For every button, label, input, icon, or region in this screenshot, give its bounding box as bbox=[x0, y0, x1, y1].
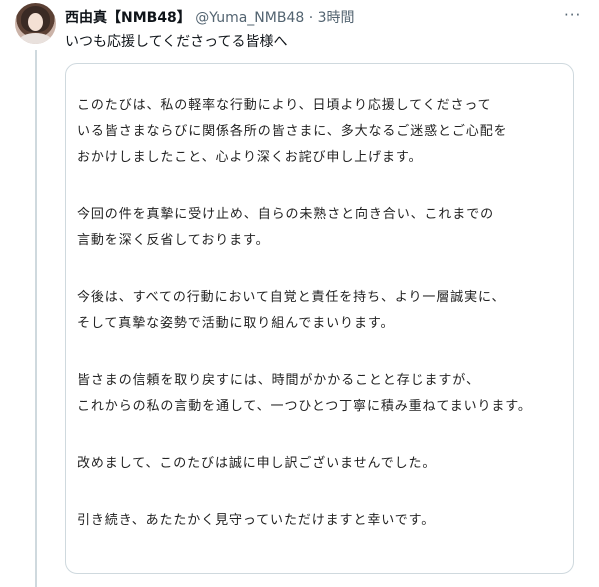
avatar-body bbox=[19, 33, 52, 44]
post-header: 西由真【NMB48】 @Yuma_NMB48 · 3時間 bbox=[65, 8, 355, 28]
letter-line: 改めまして、このたびは誠に申し訳ございませんでした。 bbox=[77, 456, 437, 471]
letter-line: 引き続き、あたたかく見守っていただけますと幸いです。 bbox=[77, 513, 436, 528]
letter-line: 皆さまの信頼を取り戻すには、時間がかかることと存じますが、 bbox=[77, 373, 480, 388]
separator-dot: · bbox=[308, 10, 314, 26]
post-text: いつも応援してくださってる皆様へ bbox=[65, 34, 288, 50]
post-timestamp[interactable]: 3時間 bbox=[318, 10, 355, 26]
user-handle[interactable]: @Yuma_NMB48 bbox=[195, 10, 304, 26]
display-name[interactable]: 西由真【NMB48】 bbox=[65, 10, 191, 26]
letter-line: このたびは、私の軽率な行動により、日頃より応援してくださって bbox=[77, 98, 492, 113]
letter-line: 言動を深く反省しております。 bbox=[77, 233, 270, 248]
letter-line: 今回の件を真摯に受け止め、自らの未熟さと向き合い、これまでの bbox=[77, 207, 495, 222]
thread-line bbox=[35, 50, 37, 587]
more-options-button[interactable]: ··· bbox=[564, 7, 580, 23]
letter-line: いる皆さまならびに関係各所の皆さまに、多大なるご迷惑とご心配を bbox=[77, 124, 508, 139]
more-horizontal-icon: ··· bbox=[564, 6, 582, 24]
letter-line: 今後は、すべての行動において自覚と責任を持ち、より一層誠実に、 bbox=[77, 290, 506, 305]
letter-line: おかけしましたこと、心より深くお詫び申し上げます。 bbox=[77, 150, 423, 165]
letter-line: そして真摯な姿勢で活動に取り組んでまいります。 bbox=[77, 316, 395, 331]
avatar[interactable] bbox=[15, 3, 56, 44]
letter-line: これからの私の言動を通して、一つひとつ丁寧に積み重ねてまいります。 bbox=[77, 399, 532, 414]
avatar-face bbox=[28, 13, 43, 31]
apology-letter: このたびは、私の軽率な行動により、日頃より応援してくださっている皆さまならびに関… bbox=[77, 93, 572, 534]
